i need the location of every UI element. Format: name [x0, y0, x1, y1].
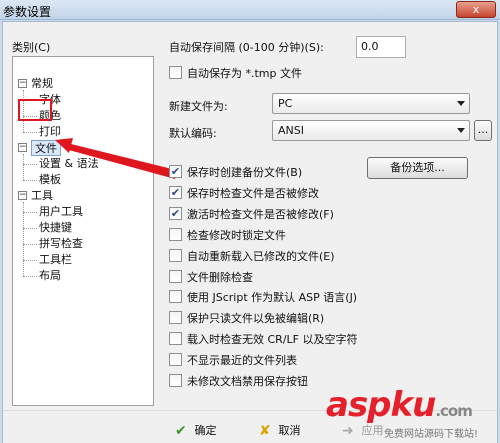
checkbox[interactable]	[169, 290, 182, 303]
checkmark-icon[interactable]: ✔	[169, 207, 182, 220]
apply-label: 应用	[361, 424, 384, 437]
option-label: 使用 JScript 作为默认 ASP 语言(J)	[187, 291, 358, 304]
selection-highlight-box	[18, 99, 52, 121]
title-bar: 参数设置 x	[0, 0, 500, 20]
checkbox[interactable]	[169, 249, 182, 262]
option-label: 激活时检查文件是否被修改(F)	[187, 208, 334, 221]
cancel-label: 取消	[278, 424, 301, 437]
tree-connector	[23, 260, 37, 261]
option-label: 检查修改时锁定文件	[187, 229, 286, 242]
checkbox[interactable]	[169, 228, 182, 241]
tree-connector	[23, 244, 37, 245]
apply-button[interactable]: ➜ 应用	[342, 421, 384, 441]
default-encoding-value: ANSI	[278, 124, 304, 137]
ok-button[interactable]: ✔ 确定	[175, 421, 217, 441]
checkbox[interactable]	[169, 332, 182, 345]
cancel-button[interactable]: ✘ 取消	[259, 421, 301, 441]
tree-item[interactable]: 快捷键	[39, 220, 72, 236]
encoding-more-button[interactable]: ...	[474, 120, 492, 141]
tree-connector	[23, 228, 37, 229]
backup-options-button[interactable]: 备份选项...	[367, 157, 468, 179]
checkmark-icon[interactable]: ✔	[169, 165, 182, 178]
chevron-down-icon	[457, 101, 465, 106]
checkbox[interactable]	[169, 311, 182, 324]
checkbox[interactable]	[169, 353, 182, 366]
settings-dialog: 类别(C) − 常规 字体 颜色 打印 − 文件 设置 & 语法 模板 − 工具 用户工具 快捷键 拼写检…	[2, 21, 498, 443]
checkmark-icon[interactable]: ✔	[169, 186, 182, 199]
option-label: 自动重新载入已修改的文件(E)	[187, 250, 335, 263]
option-label: 保存时创建备份文件(B)	[187, 166, 303, 179]
tree-item[interactable]: 拼写检查	[39, 236, 83, 252]
tree-connector	[23, 276, 37, 277]
new-file-value: PC	[278, 97, 293, 110]
option-label: 不显示最近的文件列表	[187, 354, 297, 367]
option-label: 文件删除检查	[187, 271, 253, 284]
close-icon: ✘	[259, 423, 271, 439]
tree-item[interactable]: 工具栏	[39, 252, 72, 268]
option-label: 保存时检查文件是否被修改	[187, 187, 319, 200]
checkmark-icon: ✔	[175, 423, 187, 439]
close-button[interactable]: x	[456, 1, 496, 18]
default-encoding-select[interactable]: ANSI	[272, 120, 470, 141]
checkbox[interactable]	[169, 374, 182, 387]
autosave-tmp-label: 自动保存为 *.tmp 文件	[187, 67, 302, 80]
ok-label: 确定	[194, 424, 217, 437]
apply-icon: ➜	[342, 423, 354, 439]
window-title: 参数设置	[3, 5, 52, 19]
tree-item[interactable]: 布局	[39, 268, 61, 284]
footer-bar: ✔ 确定 ✘ 取消 ➜ 应用	[3, 410, 497, 443]
option-label: 保护只读文件以免被编辑(R)	[187, 312, 325, 325]
option-label: 未修改文档禁用保存按钮	[187, 375, 308, 388]
checkbox[interactable]	[169, 270, 182, 283]
new-file-select[interactable]: PC	[272, 93, 470, 114]
option-label: 载入时检查无效 CR/LF 以及空字符	[187, 333, 358, 346]
chevron-down-icon	[457, 128, 465, 133]
autosave-interval-input[interactable]: 0.0	[356, 36, 406, 58]
